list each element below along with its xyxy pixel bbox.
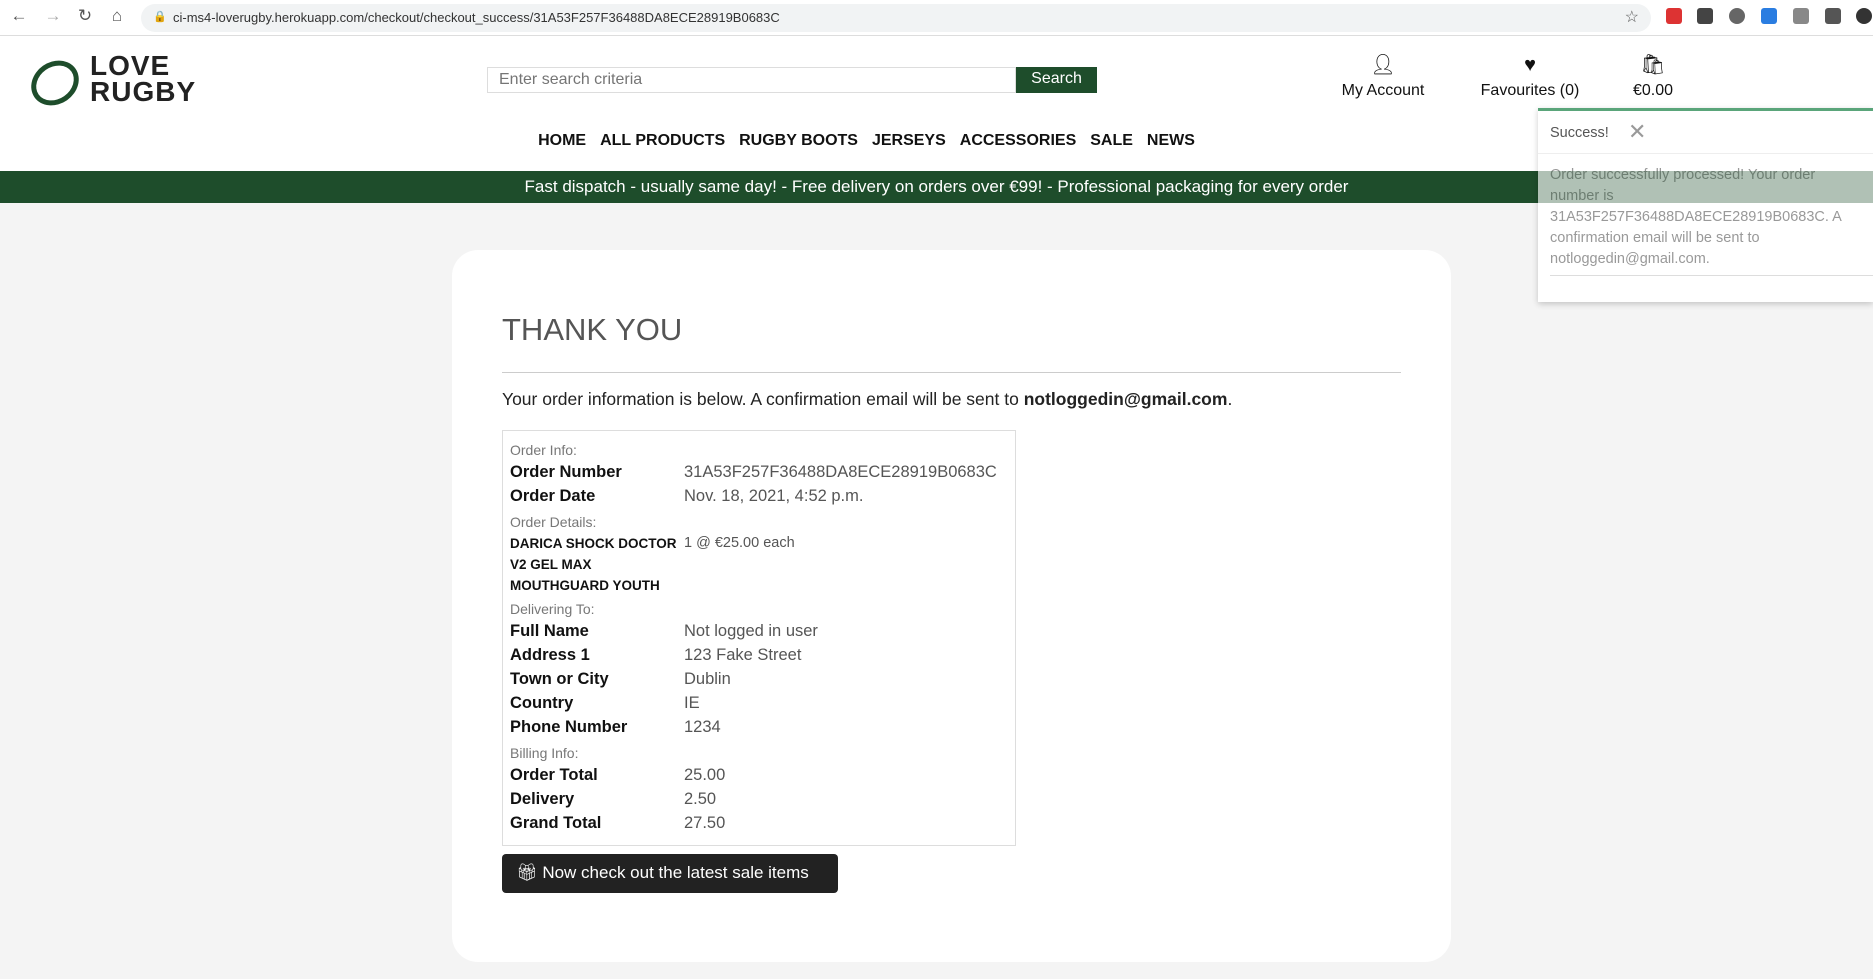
country-label: Country [510, 694, 574, 712]
banner-overlap [1538, 171, 1873, 203]
nav-jerseys[interactable]: JERSEYS [872, 132, 946, 150]
grand-total: 27.50 [684, 814, 726, 832]
order-date: Nov. 18, 2021, 4:52 p.m. [684, 487, 864, 505]
delivery: 2.50 [684, 790, 717, 808]
intro-end: . [1227, 389, 1233, 409]
toast-divider [1550, 275, 1873, 276]
url-text: ci-ms4-loverugby.herokuapp.com/checkout/… [173, 10, 780, 25]
product-quantity: 1 @ €25.00 each [684, 535, 795, 551]
email: notloggedin@gmail.com [1023, 389, 1228, 409]
toast-title: Success! [1550, 125, 1609, 141]
order-number: 31A53F257F36488DA8ECE28919B0683C [684, 463, 997, 481]
my-account-link[interactable]: My Account [1303, 82, 1463, 100]
grand-total-label: Grand Total [510, 814, 602, 832]
cart-total-link[interactable]: €0.00 [1573, 82, 1733, 100]
address-label: Address 1 [510, 646, 590, 664]
nav-rugby-boots[interactable]: RUGBY BOOTS [739, 132, 858, 150]
product-name: DARICA SHOCK DOCTOR V2 GEL MAX MOUTHGUAR… [510, 536, 677, 593]
logo[interactable]: LOVE RUGBY [90, 52, 197, 107]
nav-accessories[interactable]: ACCESSORIES [960, 132, 1076, 150]
gift-icon: 🎁︎ [516, 863, 543, 882]
town-label: Town or City [510, 670, 609, 688]
section-order-details: Order Details: [510, 514, 597, 530]
back-icon[interactable]: ← [8, 6, 30, 26]
camera-icon[interactable] [1793, 8, 1809, 24]
extension-icon[interactable] [1761, 8, 1777, 24]
sale-items-button[interactable]: 🎁︎ Now check out the latest sale items [502, 854, 838, 893]
intro-label: Your order information is below. A confi… [502, 389, 1024, 409]
intro-text: Your order information is below. A confi… [502, 389, 1232, 410]
phone: 1234 [684, 718, 721, 736]
success-toast: Success! ✕ Order successfully processed!… [1538, 108, 1873, 302]
order-total: 25.00 [684, 766, 726, 784]
nav-news[interactable]: NEWS [1147, 132, 1195, 150]
wordpress-icon[interactable] [1729, 8, 1745, 24]
nav-all-products[interactable]: ALL PRODUCTS [600, 132, 725, 150]
full-name-label: Full Name [510, 622, 589, 640]
delivery-label: Delivery [510, 790, 575, 808]
nav-home[interactable]: HOME [538, 132, 586, 150]
sale-items-label: Now check out the latest sale items [542, 863, 809, 882]
toast-divider [1538, 153, 1873, 154]
search-input[interactable] [487, 67, 1016, 93]
order-total-label: Order Total [510, 766, 598, 784]
order-date-label: Order Date [510, 487, 596, 505]
forward-icon[interactable]: → [42, 6, 64, 26]
section-billing-info: Billing Info: [510, 745, 579, 761]
star-icon[interactable]: ☆ [1625, 7, 1639, 27]
reload-icon[interactable]: ↻ [74, 6, 96, 26]
extension-icon[interactable] [1697, 8, 1713, 24]
section-order-info: Order Info: [510, 442, 577, 458]
search-button[interactable]: Search [1016, 67, 1097, 93]
nav-sale[interactable]: SALE [1090, 132, 1133, 150]
lock-icon: 🔒 [153, 11, 167, 23]
extension-icon[interactable] [1666, 8, 1682, 24]
puzzle-icon[interactable] [1825, 8, 1841, 24]
country: IE [684, 694, 700, 712]
order-number-label: Order Number [510, 463, 622, 481]
town: Dublin [684, 670, 731, 688]
divider [502, 372, 1401, 373]
full-name: Not logged in user [684, 622, 818, 640]
address-bar[interactable]: 🔒 ci-ms4-loverugby.herokuapp.com/checkout… [141, 4, 1651, 32]
phone-label: Phone Number [510, 718, 628, 736]
shopping-bag-icon[interactable]: 🛍︎ [1573, 52, 1733, 77]
page-title: THANK YOU [502, 312, 683, 347]
user-icon[interactable]: 👤︎ [1303, 52, 1463, 77]
home-icon[interactable]: ⌂ [106, 6, 128, 26]
logo-line: RUGBY [90, 76, 197, 107]
profile-avatar[interactable] [1856, 8, 1872, 24]
section-delivering-to: Delivering To: [510, 601, 595, 617]
browser-toolbar: ← → ↻ ⌂ 🔒 ci-ms4-loverugby.herokuapp.com/… [0, 0, 1873, 36]
close-icon[interactable]: ✕ [1628, 119, 1646, 145]
address: 123 Fake Street [684, 646, 802, 664]
